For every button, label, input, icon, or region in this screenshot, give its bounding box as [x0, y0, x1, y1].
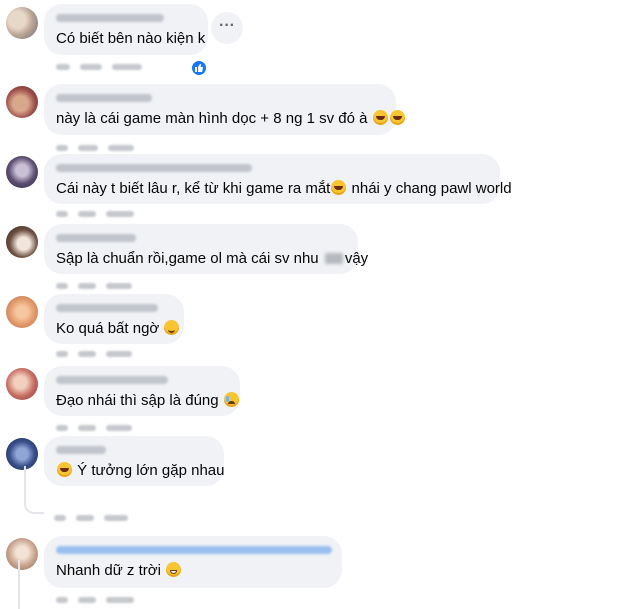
rofl-emoji-icon [331, 180, 347, 195]
grin-sweat-emoji-icon [166, 562, 182, 577]
comment-text-part: Cái này t biết lâu r, kể từ khi game ra … [56, 180, 331, 197]
author-name-redacted[interactable] [56, 546, 332, 554]
comment-bubble: Sập là chuẩn rồi,game ol mà cái sv nhu v… [44, 224, 368, 274]
comment-actions[interactable] [56, 210, 134, 218]
comment-text: này là cái game màn hình dọc + 8 ng 1 sv… [56, 110, 406, 127]
reply-thread-line [24, 466, 44, 514]
comment-text-part: Sập là chuẩn rồi,game ol mà cái sv nhu [56, 250, 323, 267]
avatar[interactable] [6, 538, 38, 570]
rofl-emoji-icon [57, 462, 72, 477]
author-name-redacted[interactable] [56, 304, 158, 312]
more-options-button[interactable]: ··· [211, 12, 243, 44]
author-name-redacted[interactable] [56, 94, 152, 102]
comment-bubble: Có biết bên nào kiện k [44, 4, 208, 55]
rofl-emoji-icon [372, 110, 388, 125]
comment-actions[interactable] [56, 596, 134, 604]
avatar[interactable] [6, 226, 38, 258]
more-options-icon: ··· [219, 17, 235, 34]
avatar[interactable] [6, 368, 38, 400]
blurred-sticker-image [324, 253, 343, 264]
reply-thread-line [18, 560, 20, 609]
comment-text-content: Ý tưởng lớn gặp nhau [73, 462, 225, 479]
thumbs-up-icon[interactable] [190, 59, 208, 77]
comment-bubble: Ý tưởng lớn gặp nhau [44, 436, 224, 486]
comment-text-part: vậy [344, 250, 369, 267]
smile-emoji-icon [164, 320, 180, 335]
comment-actions[interactable] [56, 350, 132, 358]
crying-emoji-icon [223, 392, 239, 407]
comment-text: Ý tưởng lớn gặp nhau [56, 462, 224, 479]
comment-text: Nhanh dữ z trời [56, 562, 182, 579]
comment-text-part: nhái y chang pawl world [347, 180, 512, 197]
avatar[interactable] [6, 296, 38, 328]
comment-text-content: Ko quá bất ngờ [56, 320, 164, 337]
comment-bubble: Cái này t biết lâu r, kể từ khi game ra … [44, 154, 512, 204]
comment-bubble: Nhanh dữ z trời [44, 536, 342, 588]
comment-actions[interactable] [56, 63, 142, 71]
comment-actions[interactable] [56, 282, 132, 290]
comment-actions[interactable] [54, 514, 128, 522]
author-name-redacted[interactable] [56, 446, 106, 454]
author-name-redacted[interactable] [56, 14, 164, 22]
comment-text: Sập là chuẩn rồi,game ol mà cái sv nhu v… [56, 250, 368, 267]
author-name-redacted[interactable] [56, 376, 168, 384]
author-name-redacted[interactable] [56, 234, 136, 242]
rofl-emoji-icon [389, 110, 405, 125]
comment-bubble: này là cái game màn hình dọc + 8 ng 1 sv… [44, 84, 405, 135]
comment-text: Cái này t biết lâu r, kể từ khi game ra … [56, 180, 512, 197]
avatar[interactable] [6, 156, 38, 188]
comment-text-content: Nhanh dữ z trời [56, 562, 166, 579]
comment-actions[interactable] [56, 424, 132, 432]
author-name-redacted[interactable] [56, 164, 252, 172]
comment-bubble: Ko quá bất ngờ [44, 294, 184, 344]
comment-text: Ko quá bất ngờ [56, 320, 180, 337]
comment-text: Có biết bên nào kiện k [56, 30, 206, 47]
comment-actions[interactable] [56, 144, 134, 152]
avatar[interactable] [6, 86, 38, 118]
comment-text-content: này là cái game màn hình dọc + 8 ng 1 sv… [56, 110, 368, 127]
avatar[interactable] [6, 7, 38, 39]
comment-bubble: Đạo nhái thì sập là đúng [44, 366, 240, 416]
comment-text: Đạo nhái thì sập là đúng [56, 392, 240, 409]
comment-text-content: Đạo nhái thì sập là đúng [56, 392, 223, 409]
